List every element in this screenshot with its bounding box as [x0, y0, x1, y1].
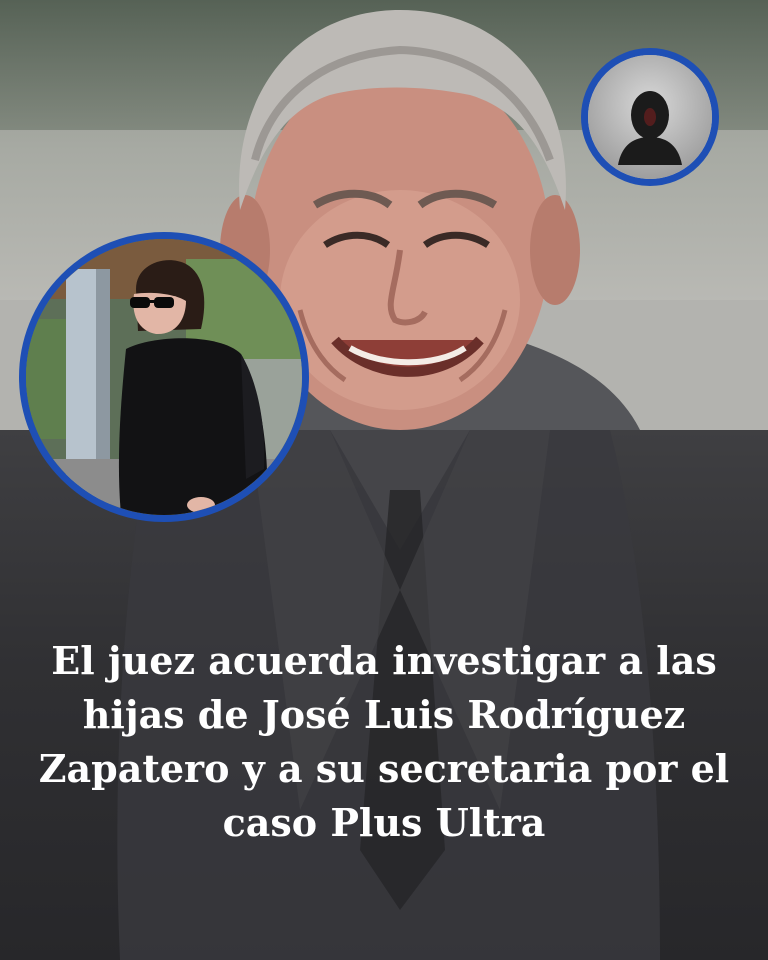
woman-photo-circle — [19, 232, 309, 522]
person-silhouette-icon — [588, 55, 712, 179]
headline: El juez acuerda investigar a las hijas d… — [38, 638, 730, 845]
woman-in-black-photo — [26, 239, 302, 515]
anonymous-person-circle — [581, 48, 719, 186]
